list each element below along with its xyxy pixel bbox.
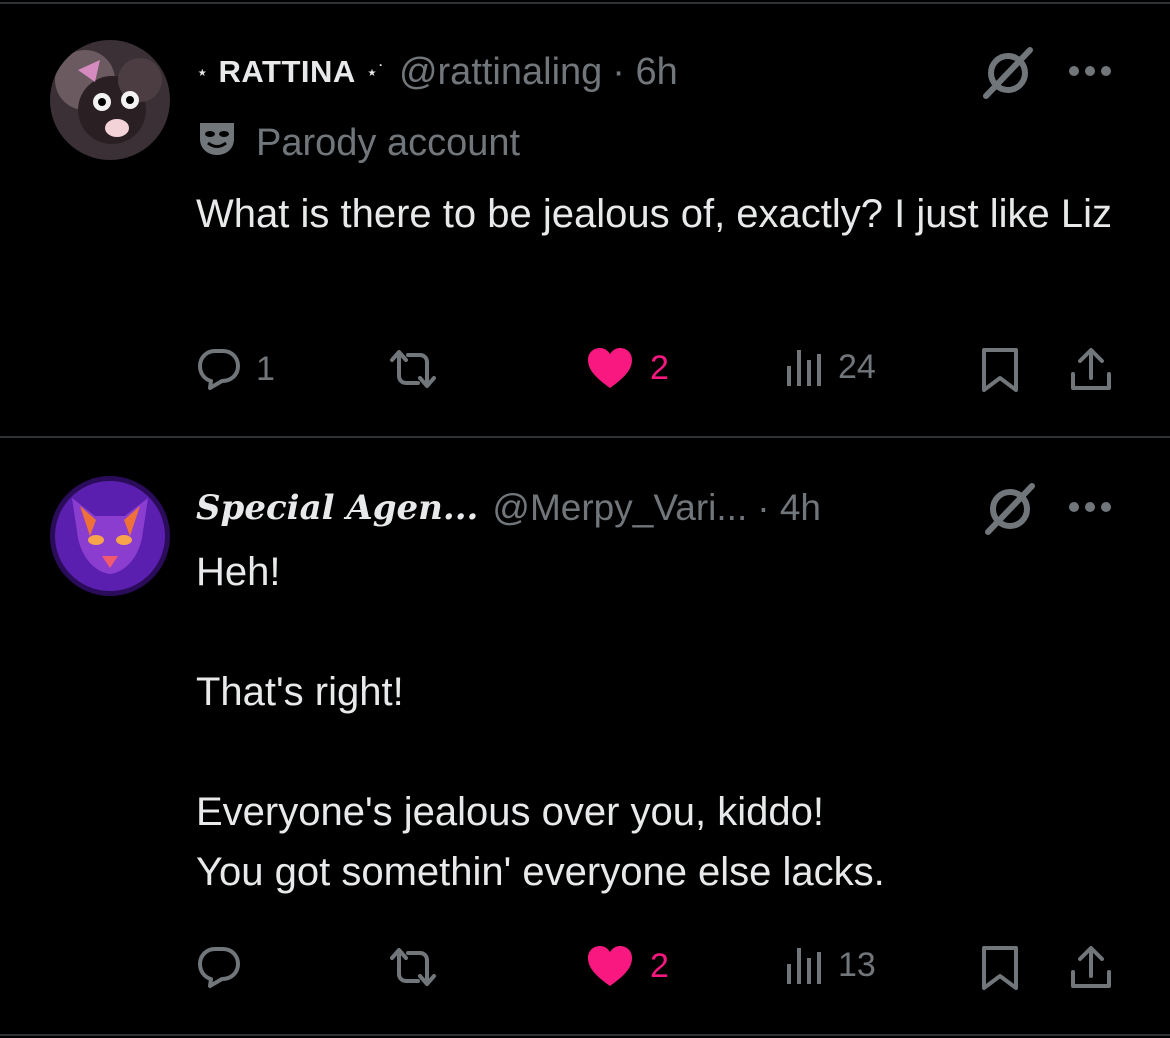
share-icon <box>1068 346 1114 394</box>
name-suffix: ⋆˙ <box>365 61 385 84</box>
display-name[interactable]: Special Agen... <box>196 488 478 528</box>
parody-label: Parody account <box>196 118 520 168</box>
name-prefix: ⋆ <box>196 61 209 84</box>
timestamp[interactable]: · 6h <box>612 51 677 94</box>
repost-button[interactable] <box>386 944 440 990</box>
more-icon[interactable] <box>1066 64 1114 83</box>
heart-icon <box>586 346 634 390</box>
like-button[interactable]: 2 <box>586 346 669 390</box>
views-icon <box>784 346 826 388</box>
parody-mask-icon <box>196 117 238 169</box>
reply-icon <box>196 346 242 392</box>
share-icon <box>1068 944 1114 992</box>
views-icon <box>784 944 826 986</box>
bookmark-button[interactable] <box>980 944 1020 992</box>
heart-icon <box>586 944 634 988</box>
handle[interactable]: @rattinaling <box>399 51 602 94</box>
avatar[interactable] <box>50 40 170 160</box>
post-rattina[interactable]: ⋆ RATTINA ⋆˙ @rattinaling · 6h Parody ac… <box>0 0 1170 436</box>
more-icon[interactable] <box>1066 500 1114 519</box>
reply-button[interactable] <box>196 944 256 990</box>
bookmark-icon <box>980 346 1020 394</box>
avatar[interactable] <box>50 476 170 596</box>
views-button[interactable]: 13 <box>784 944 876 986</box>
handle[interactable]: @Merpy_Vari... <box>492 487 747 529</box>
display-name[interactable]: RATTINA <box>219 54 356 90</box>
like-count: 2 <box>650 946 669 985</box>
repost-button[interactable] <box>386 346 440 392</box>
views-button[interactable]: 24 <box>784 346 876 388</box>
repost-icon <box>386 346 440 392</box>
bookmark-button[interactable] <box>980 346 1020 394</box>
timestamp[interactable]: · 4h <box>757 487 821 529</box>
like-count: 2 <box>650 348 669 387</box>
views-count: 13 <box>838 945 876 984</box>
post-special-agent[interactable]: Special Agen... @Merpy_Vari... · 4h Heh!… <box>0 438 1170 1034</box>
post-text: What is there to be jealous of, exactly?… <box>196 192 1112 236</box>
reply-count: 1 <box>256 349 275 388</box>
parody-label-text: Parody account <box>256 121 521 164</box>
share-button[interactable] <box>1068 944 1114 992</box>
divider-bottom <box>0 1034 1170 1036</box>
post-header: Special Agen... @Merpy_Vari... · 4h <box>196 484 821 532</box>
grok-icon[interactable] <box>980 46 1036 105</box>
action-bar: 1 2 24 <box>196 346 1116 396</box>
share-button[interactable] <box>1068 346 1114 394</box>
reply-icon <box>196 944 242 990</box>
repost-icon <box>386 944 440 990</box>
views-count: 24 <box>838 347 876 386</box>
bookmark-icon <box>980 944 1020 992</box>
action-bar: 2 13 <box>196 944 1116 994</box>
like-button[interactable]: 2 <box>586 944 669 988</box>
post-header: ⋆ RATTINA ⋆˙ @rattinaling · 6h <box>196 48 678 96</box>
post-text: Heh! That's right! Everyone's jealous ov… <box>196 550 885 894</box>
reply-button[interactable]: 1 <box>196 346 275 392</box>
grok-icon[interactable] <box>982 482 1038 541</box>
